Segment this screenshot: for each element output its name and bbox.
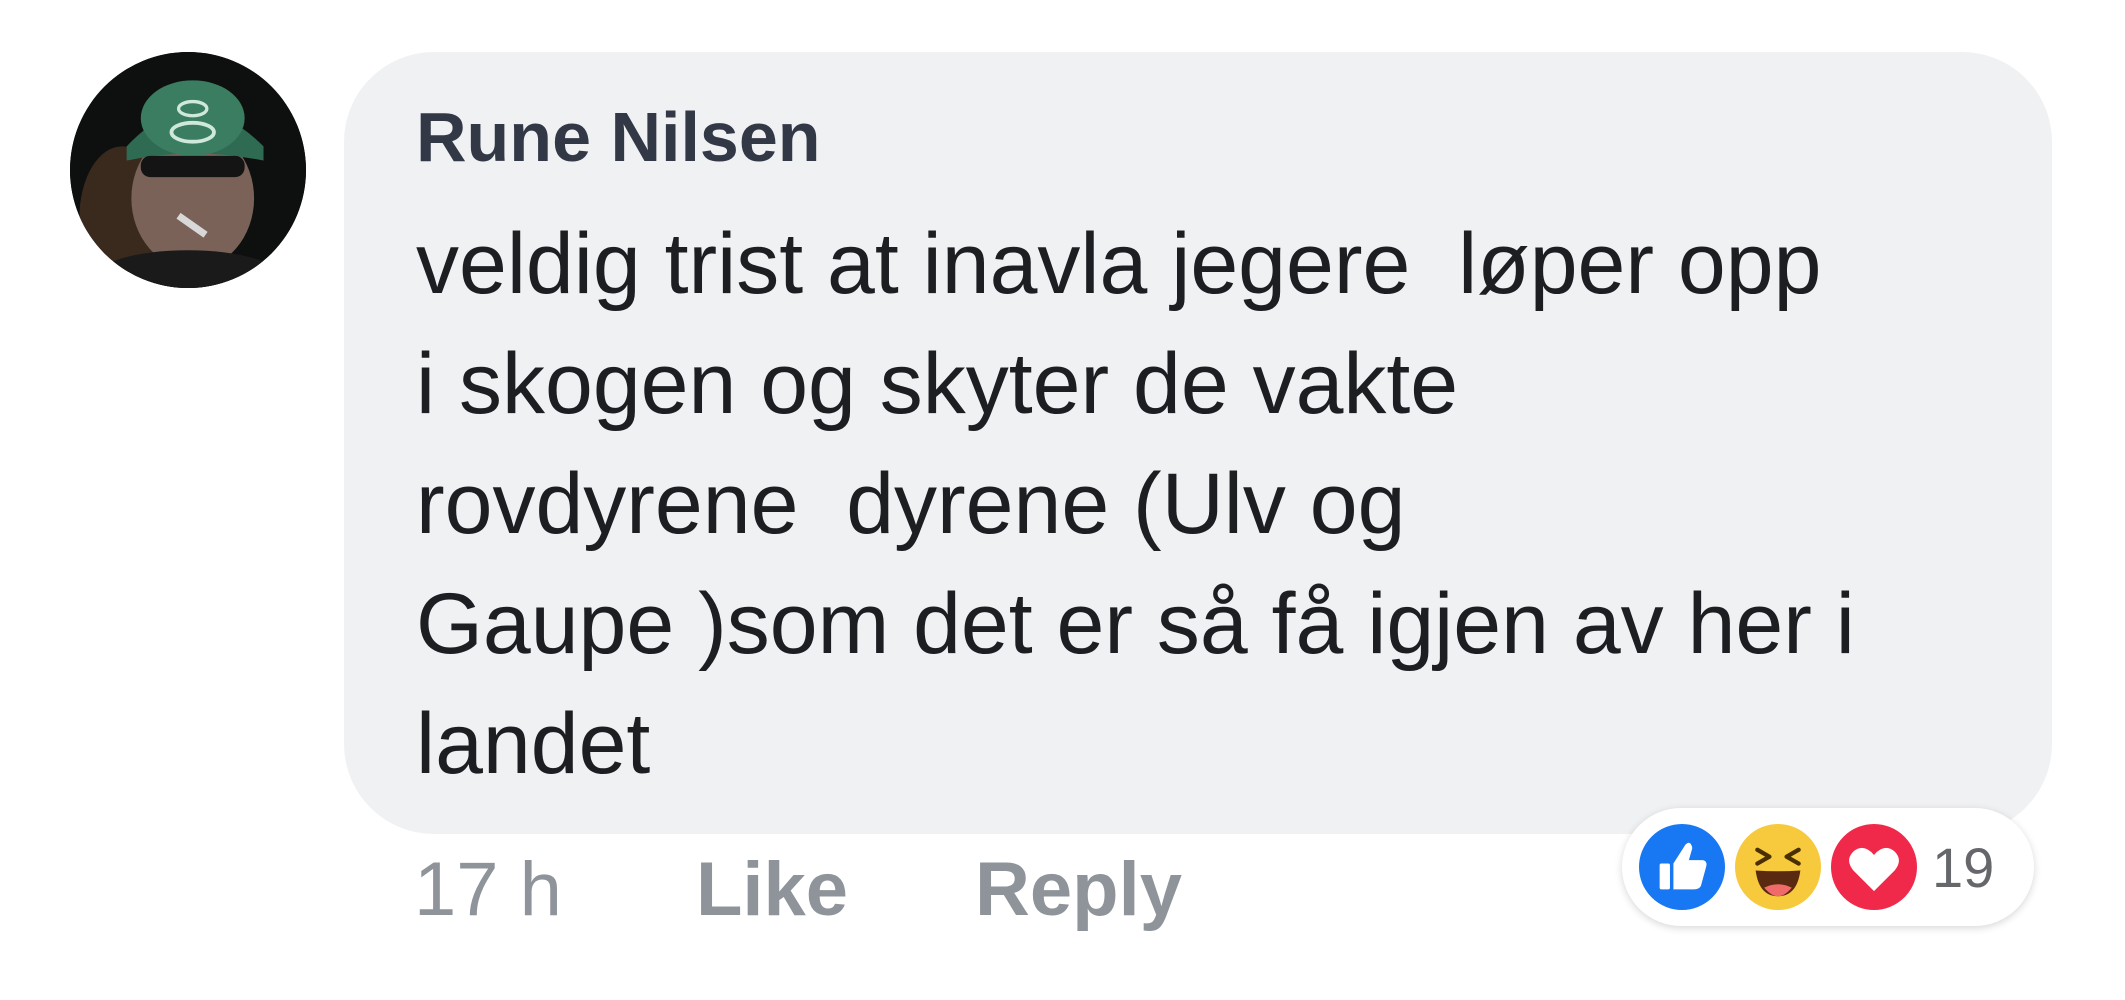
haha-icon bbox=[1730, 819, 1826, 915]
comment-text-line: Gaupe )som det er så få igjen av her i bbox=[416, 576, 1855, 672]
reactions-summary[interactable]: 19 bbox=[1622, 808, 2034, 926]
author-avatar[interactable] bbox=[70, 52, 306, 288]
comment-bubble: Rune Nilsen veldig trist at inavla jeger… bbox=[344, 52, 2052, 834]
reply-button[interactable]: Reply bbox=[975, 852, 1182, 928]
comment-text-line: rovdyrene dyrene (Ulv og bbox=[416, 456, 1406, 552]
like-button[interactable]: Like bbox=[696, 852, 848, 928]
comment-text-line: veldig trist at inavla jegere løper opp bbox=[416, 216, 1822, 312]
comment-text-line: i skogen og skyter de vakte bbox=[416, 336, 1459, 432]
love-icon bbox=[1826, 819, 1922, 915]
reaction-count: 19 bbox=[1932, 836, 1995, 899]
author-name[interactable]: Rune Nilsen bbox=[416, 102, 821, 172]
like-icon bbox=[1634, 819, 1730, 915]
avatar-photo bbox=[70, 52, 306, 288]
comment-timestamp[interactable]: 17 h bbox=[414, 852, 562, 928]
comment-text: veldig trist at inavla jegere løper opp … bbox=[416, 204, 2016, 804]
comment-text-line: landet bbox=[416, 696, 651, 792]
